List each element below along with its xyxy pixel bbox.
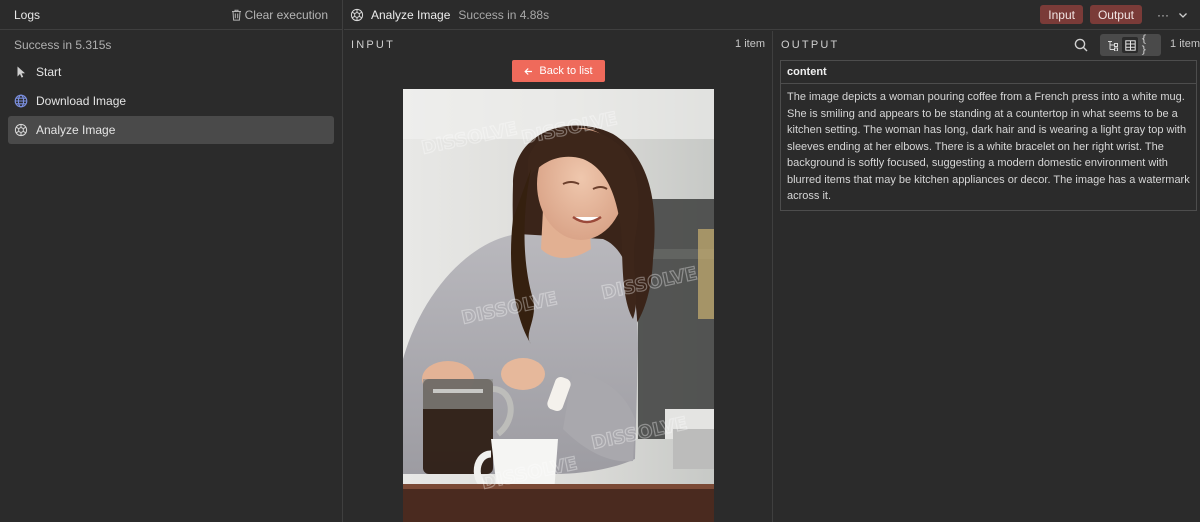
log-item-label: Start xyxy=(36,65,62,79)
logs-panel: Logs Clear execution Success in 5.315s S… xyxy=(0,0,343,522)
log-item-analyze-image[interactable]: Analyze Image xyxy=(8,116,334,144)
input-label: INPUT xyxy=(351,39,395,51)
log-item-download-image[interactable]: Download Image xyxy=(8,87,334,115)
log-item-start[interactable]: Start xyxy=(8,58,334,86)
log-list: Start Download Image Analyze Image xyxy=(0,58,342,144)
arrow-left-icon xyxy=(524,67,533,75)
view-mode-toggle: { } xyxy=(1100,34,1161,56)
output-label: OUTPUT xyxy=(781,39,840,51)
clear-execution-button[interactable]: Clear execution xyxy=(231,8,328,22)
input-image: DISSOLVE DISSOLVE DISSOLVE DISSOLVE DISS… xyxy=(403,89,714,522)
globe-icon xyxy=(14,94,28,108)
schema-view-button[interactable] xyxy=(1104,37,1120,53)
back-to-list-label: Back to list xyxy=(539,65,593,77)
json-view-button[interactable]: { } xyxy=(1141,34,1157,56)
table-icon xyxy=(1125,39,1136,51)
clear-execution-label: Clear execution xyxy=(244,7,328,22)
logs-header: Logs Clear execution xyxy=(0,0,342,30)
schema-icon xyxy=(1107,40,1118,51)
output-panel: OUTPUT { } 1 item content The image depi… xyxy=(774,31,1200,522)
node-title: Analyze Image xyxy=(371,7,451,22)
logs-title: Logs xyxy=(14,7,41,22)
output-item-count: 1 item xyxy=(1170,38,1200,50)
node-status: Success in 4.88s xyxy=(458,7,550,22)
node-header: Analyze Image Success in 4.88s Input Out… xyxy=(344,0,1200,30)
content-cell: The image depicts a woman pouring coffee… xyxy=(787,91,1190,202)
log-item-label: Download Image xyxy=(36,94,127,108)
search-icon[interactable] xyxy=(1073,37,1089,53)
cursor-icon xyxy=(14,65,28,79)
input-toggle-button[interactable]: Input xyxy=(1040,5,1083,24)
log-item-label: Analyze Image xyxy=(36,123,116,137)
column-header-content: content xyxy=(781,61,1196,84)
trash-icon xyxy=(231,9,241,21)
chevron-down-icon xyxy=(1179,12,1187,18)
execution-status: Success in 5.315s xyxy=(14,38,112,52)
table-view-button[interactable] xyxy=(1122,37,1139,53)
openai-icon xyxy=(350,8,364,21)
more-options-button[interactable]: ··· xyxy=(1152,5,1174,25)
input-item-count: 1 item xyxy=(735,38,765,50)
input-panel: INPUT 1 item Back to list DISSOLVE DISSO… xyxy=(344,31,773,522)
openai-icon xyxy=(14,123,28,137)
back-to-list-button[interactable]: Back to list xyxy=(512,60,605,82)
collapse-button[interactable] xyxy=(1174,5,1192,25)
output-table: content The image depicts a woman pourin… xyxy=(780,60,1197,211)
output-toggle-button[interactable]: Output xyxy=(1089,5,1142,24)
